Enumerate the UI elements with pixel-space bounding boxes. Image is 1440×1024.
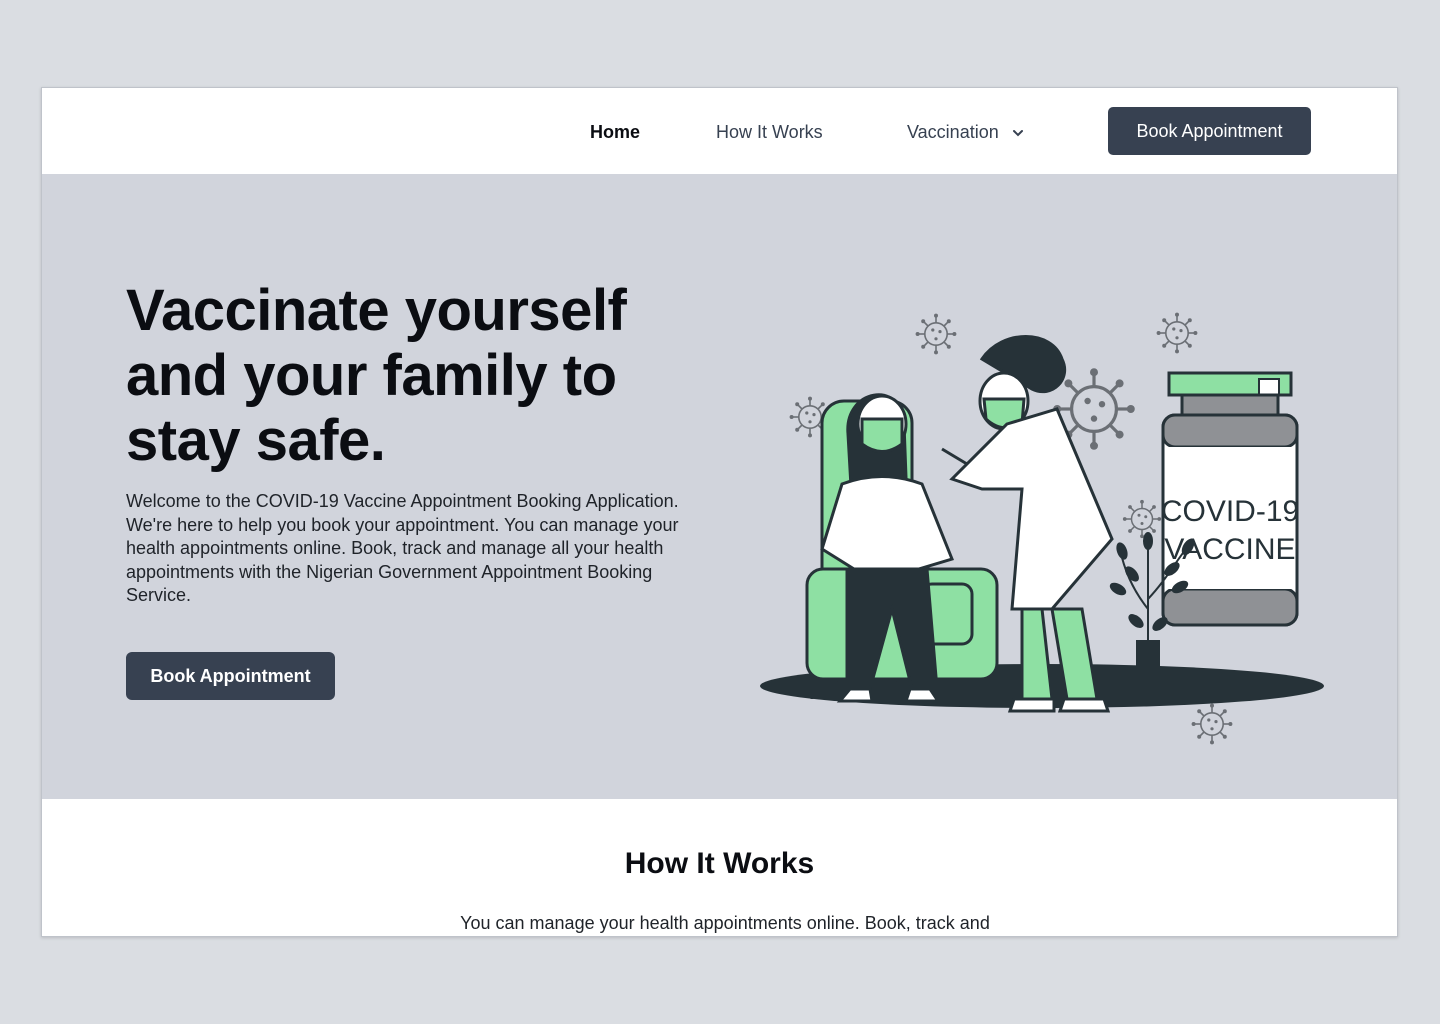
nav-how-it-works-link[interactable]: How It Works xyxy=(716,121,823,143)
chevron-down-icon xyxy=(1012,130,1023,137)
hero-section: Vaccinate yourself and your family to st… xyxy=(42,174,1397,799)
virus-icon xyxy=(1122,499,1162,539)
how-it-works-title: How It Works xyxy=(624,847,815,880)
vaccination-illustration: COVID-19 VACCINE xyxy=(760,311,1324,746)
browser-window: Home How It Works Vaccination Book Appoi… xyxy=(41,87,1398,937)
hero-book-appointment-button[interactable]: Book Appointment xyxy=(126,652,335,700)
hero-description: Welcome to the COVID-19 Vaccine Appointm… xyxy=(126,491,679,605)
nav-home-link[interactable]: Home xyxy=(590,121,640,143)
nav-vaccination-label: Vaccination xyxy=(907,122,999,142)
virus-icon xyxy=(914,312,958,356)
hero-title: Vaccinate yourself and your family to st… xyxy=(126,278,627,473)
how-it-works-description: You can manage your health appointments … xyxy=(460,913,990,933)
navbar: Home How It Works Vaccination Book Appoi… xyxy=(42,88,1397,174)
virus-icon xyxy=(1190,702,1234,746)
nav-book-appointment-button[interactable]: Book Appointment xyxy=(1108,107,1311,155)
svg-text:COVID-19: COVID-19 xyxy=(1161,495,1299,528)
how-it-works-section: How It Works You can manage your health … xyxy=(42,799,1397,936)
nav-vaccination-dropdown[interactable]: Vaccination xyxy=(907,121,1024,143)
virus-icon xyxy=(1155,311,1199,355)
